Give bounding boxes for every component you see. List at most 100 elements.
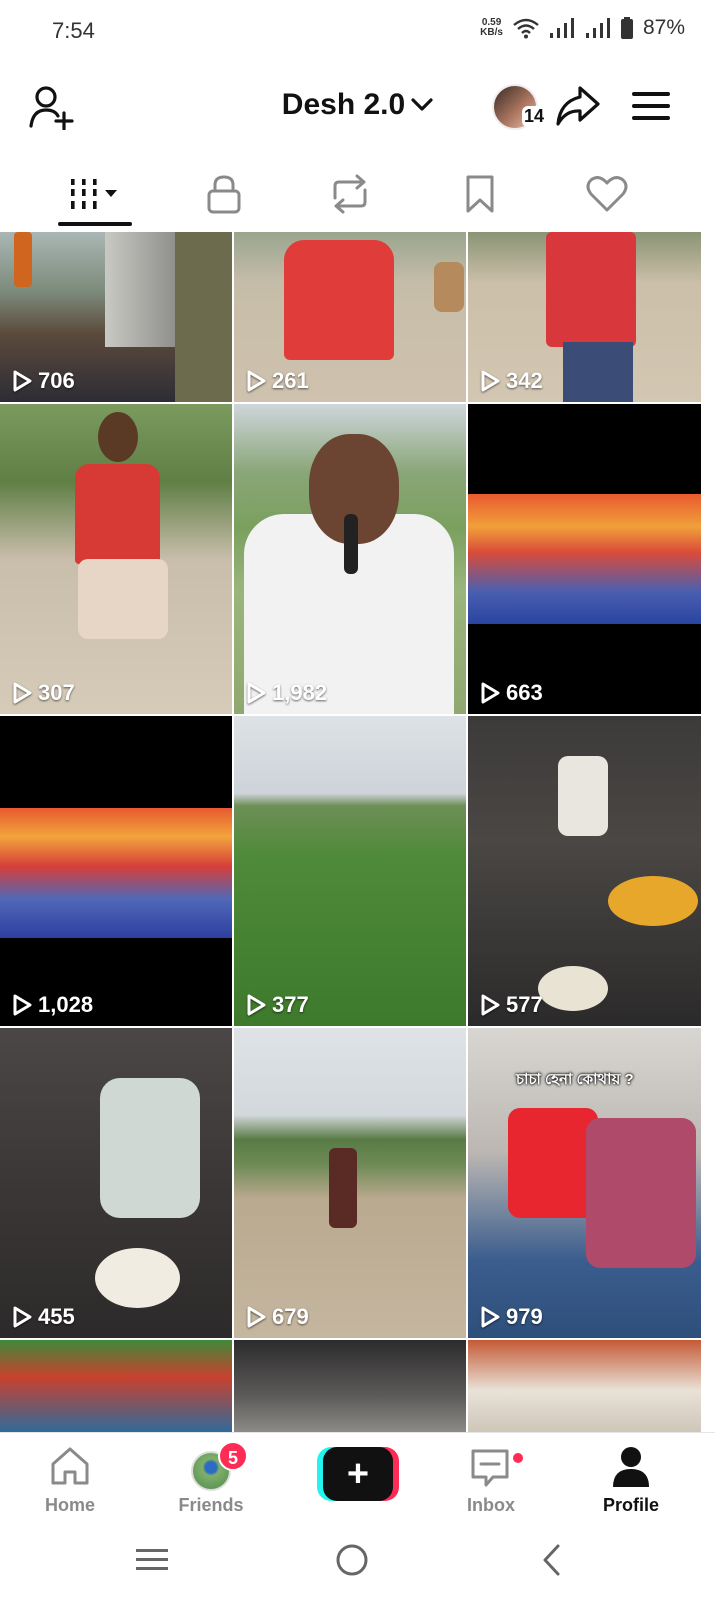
view-count: 455 [12, 1304, 75, 1330]
back-button[interactable] [528, 1538, 576, 1582]
bookmark-icon [466, 175, 494, 213]
play-icon [481, 370, 500, 392]
profile-icon [613, 1447, 649, 1487]
play-icon [13, 370, 32, 392]
status-indicators: 0.59 KB/s 87% [480, 16, 685, 40]
view-count-text: 1,982 [272, 680, 328, 705]
status-time: 7:54 [52, 18, 95, 43]
signal-icon-2 [585, 18, 610, 38]
menu-button[interactable] [630, 86, 672, 126]
nav-profile[interactable]: Profile [576, 1439, 686, 1523]
video-thumbnail[interactable]: 1,982 [234, 404, 466, 714]
view-count: 679 [246, 1304, 309, 1330]
play-icon [13, 1306, 32, 1328]
view-count: 577 [480, 992, 543, 1018]
view-count-text: 261 [272, 368, 309, 393]
bottom-navigation: Home 5 Friends + Inbox Profile [0, 1432, 715, 1524]
play-icon [247, 370, 266, 392]
recent-apps-button[interactable] [128, 1538, 176, 1582]
active-tab-indicator [58, 222, 132, 226]
recent-apps-icon [136, 1549, 168, 1570]
story-count: 14 [522, 106, 547, 127]
home-circle-icon [336, 1544, 368, 1576]
view-count: 1,982 [246, 680, 327, 706]
tab-liked[interactable] [578, 166, 636, 222]
tab-private[interactable] [196, 166, 252, 222]
inbox-notification-dot [511, 1451, 525, 1465]
view-count-text: 307 [38, 680, 75, 705]
friends-notification-badge: 5 [218, 1441, 248, 1471]
video-thumbnail[interactable]: 377 [234, 716, 466, 1026]
video-thumbnail[interactable] [0, 1340, 232, 1432]
video-caption-overlay: চাচা হেনা কোথায় ? [516, 1071, 634, 1088]
video-thumbnail[interactable]: 577 [468, 716, 701, 1026]
signal-icon-1 [549, 18, 574, 38]
video-thumbnail[interactable] [234, 1340, 466, 1432]
nav-home[interactable]: Home [15, 1439, 125, 1523]
create-button[interactable]: + [317, 1447, 399, 1501]
view-count-text: 577 [506, 992, 543, 1017]
view-count-text: 979 [506, 1304, 543, 1329]
status-bar: 7:54 0.59 KB/s 87% [0, 0, 715, 62]
battery-percent: 87% [642, 16, 685, 39]
chevron-down-icon [411, 98, 433, 111]
video-thumbnail[interactable]: 706 [0, 232, 232, 402]
play-icon [247, 682, 266, 704]
view-count-text: 679 [272, 1304, 309, 1329]
tab-favorites[interactable] [452, 166, 508, 222]
plus-icon: + [323, 1447, 393, 1501]
video-thumbnail[interactable]: 455 [0, 1028, 232, 1338]
video-thumbnail[interactable]: 261 [234, 232, 466, 402]
tab-videos[interactable] [58, 166, 132, 222]
account-switcher[interactable]: Desh 2.0 [0, 88, 715, 122]
wifi-icon [513, 18, 539, 39]
grid-bars-icon [71, 179, 117, 209]
inbox-icon [471, 1449, 509, 1487]
play-icon [13, 994, 32, 1016]
view-count-text: 1,028 [38, 992, 94, 1017]
view-count: 377 [246, 992, 309, 1018]
lock-icon [207, 175, 241, 214]
system-navigation-bar [0, 1524, 715, 1600]
video-thumbnail[interactable]: 679 [234, 1028, 466, 1338]
view-count-text: 706 [38, 368, 75, 393]
play-icon [247, 994, 266, 1016]
repost-icon [333, 174, 367, 214]
view-count-text: 342 [506, 368, 543, 393]
video-thumbnail[interactable]: 342 [468, 232, 701, 402]
view-count-text: 455 [38, 1304, 75, 1329]
nav-friends[interactable]: 5 Friends [156, 1439, 266, 1523]
nav-home-label: Home [44, 1495, 95, 1515]
view-count: 307 [12, 680, 75, 706]
net-speed-unit: KB/s [480, 27, 503, 38]
profile-header: Desh 2.0 14 [0, 78, 715, 138]
video-thumbnail[interactable]: 1,028 [0, 716, 232, 1026]
play-icon [481, 682, 500, 704]
tab-reposts[interactable] [322, 166, 378, 222]
view-count-text: 663 [506, 680, 543, 705]
view-count: 663 [480, 680, 543, 706]
nav-inbox-label: Inbox [467, 1495, 515, 1515]
back-chevron-icon [543, 1544, 560, 1576]
video-thumbnail[interactable]: 307 [0, 404, 232, 714]
play-icon [247, 1306, 266, 1328]
heart-icon [586, 176, 628, 212]
view-count: 706 [12, 368, 75, 394]
play-icon [481, 1306, 500, 1328]
video-thumbnail[interactable] [468, 1340, 701, 1432]
hamburger-menu-icon [632, 92, 670, 120]
profile-tabs [0, 166, 715, 228]
account-name: Desh 2.0 [281, 88, 406, 121]
play-icon [481, 994, 500, 1016]
view-count-text: 377 [272, 992, 309, 1017]
home-system-button[interactable] [328, 1538, 376, 1582]
view-count: 1,028 [12, 992, 93, 1018]
view-count: 261 [246, 368, 309, 394]
net-speed: 0.59 KB/s [480, 18, 503, 38]
video-thumbnail[interactable]: চাচা হেনা কোথায় ? 979 [468, 1028, 701, 1338]
video-thumbnail[interactable]: 663 [468, 404, 701, 714]
nav-inbox[interactable]: Inbox [436, 1439, 546, 1523]
home-icon [51, 1447, 89, 1485]
share-profile-button[interactable] [554, 82, 602, 130]
battery-icon [620, 17, 633, 39]
